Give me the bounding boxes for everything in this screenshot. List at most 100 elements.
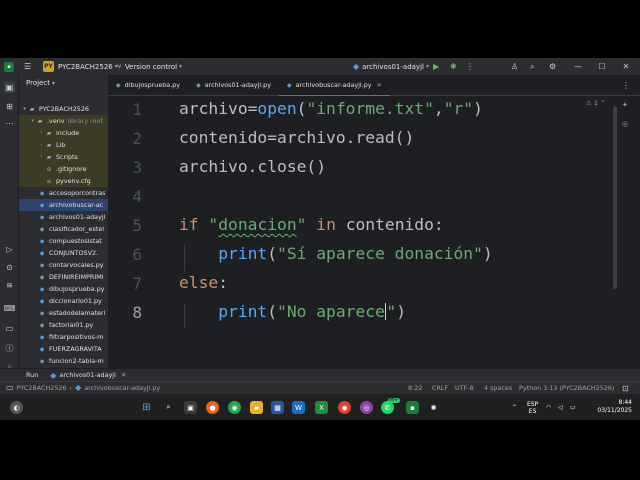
python-packages-icon[interactable]: ⊙: [4, 262, 15, 273]
run-icon[interactable]: ▶: [433, 62, 439, 71]
chevron-down-icon: ▾: [31, 118, 34, 124]
tree-item[interactable]: ⊘ .gitignore: [19, 163, 108, 175]
python-file-icon: ◆: [39, 189, 45, 197]
indent-setting[interactable]: 4 spaces: [484, 382, 512, 393]
tree-item[interactable]: › ▰ Scripts: [19, 151, 108, 163]
breadcrumb-project[interactable]: PYC2BACH2526: [17, 384, 67, 392]
task-view-icon[interactable]: ▣: [184, 401, 197, 414]
tree-item[interactable]: ◆ compuestosistat: [19, 235, 108, 247]
app-purple-icon[interactable]: ◎: [360, 401, 373, 414]
tree-item[interactable]: ◆ estadodelamateri: [19, 307, 108, 319]
line-number: 4: [132, 187, 142, 206]
code-editor[interactable]: ⚠ 1 ⌃ ✦ ◎ 1 2 3 4 5 6 7 8 archivo=open("…: [108, 96, 640, 381]
vcs-widget[interactable]: ⑂ Version control ▾: [117, 58, 182, 75]
tab-dibujosprueba[interactable]: ◆ dibujosprueba.py: [108, 75, 188, 96]
python-file-icon: ◆: [39, 309, 45, 317]
project-tool-icon[interactable]: ▣: [4, 82, 15, 93]
close-tab-icon[interactable]: ✕: [121, 371, 126, 379]
volume-icon[interactable]: ◁: [558, 394, 563, 421]
python-file-icon: ◆: [39, 273, 45, 281]
widgets-icon[interactable]: ◐: [10, 401, 23, 414]
word-icon[interactable]: W: [292, 401, 305, 414]
debug-icon[interactable]: ✱: [450, 62, 457, 71]
tree-item[interactable]: › ▰ include: [19, 127, 108, 139]
chevron-right-icon: ›: [40, 130, 43, 136]
system-clock[interactable]: 8:44 03/11/2025: [597, 399, 632, 415]
app-logo-icon[interactable]: ▪: [4, 58, 14, 75]
tree-item[interactable]: ◆ diccionario01.py: [19, 295, 108, 307]
tree-root[interactable]: ▾ ▰ PYC2BACH2526: [19, 103, 108, 115]
wifi-icon[interactable]: ◠: [546, 394, 551, 421]
structure-tool-icon[interactable]: ⊞: [4, 101, 15, 112]
chrome-icon[interactable]: ◉: [228, 401, 241, 414]
code-line-5: if "donacion" in contenido:: [179, 215, 444, 234]
tree-item[interactable]: ◆ FUERZAGRAVITA: [19, 343, 108, 355]
more-tabs-icon[interactable]: ⋮: [622, 81, 630, 90]
tree-item[interactable]: ◆ clasificador_estel: [19, 223, 108, 235]
terminal-icon[interactable]: ▭: [4, 323, 15, 334]
ai-assistant-icon[interactable]: ✦: [622, 101, 628, 109]
python-interpreter[interactable]: Python 3.13 (PYC2BACH2526): [519, 382, 614, 393]
bottom-black-band: [0, 420, 640, 480]
pycharm-icon[interactable]: ▪: [406, 401, 419, 414]
tab-archivobuscar[interactable]: ◆ archivobuscar-adayjl.py ✕: [279, 75, 390, 97]
firefox-icon[interactable]: ●: [206, 401, 219, 414]
app-icon[interactable]: ▦: [271, 401, 284, 414]
run-tool-icon[interactable]: ▷: [4, 244, 15, 255]
layers-icon[interactable]: ≋: [4, 280, 15, 291]
breadcrumb-project-icon: ▭: [6, 383, 14, 392]
tree-item[interactable]: ◆ filtrarpositivos-m: [19, 331, 108, 343]
python-file-icon: ◆: [287, 81, 292, 89]
windows-start-icon[interactable]: ⊞: [140, 401, 153, 414]
lock-icon[interactable]: ⊡: [622, 384, 629, 393]
tree-item[interactable]: › ▰ Lib: [19, 139, 108, 151]
tree-item[interactable]: ◆ accesoporcontras: [19, 187, 108, 199]
run-tab[interactable]: ◆ archivos01-adayjl ✕: [50, 371, 126, 380]
language-indicator[interactable]: ESP ES: [527, 394, 538, 421]
more-tools-icon[interactable]: ⋯: [4, 118, 15, 129]
tray-expand-icon[interactable]: ⌃: [512, 394, 517, 421]
chrome-profile-icon[interactable]: ◉: [338, 401, 351, 414]
main-menu-button[interactable]: ☰: [24, 58, 31, 75]
project-switcher[interactable]: PY PYC2BACH2526 ▾: [43, 58, 118, 75]
problems-icon[interactable]: ⓘ: [4, 343, 15, 354]
code-line-7: else:: [179, 273, 229, 292]
tree-item[interactable]: ◆ archivos01-adayjl: [19, 211, 108, 223]
maximize-icon[interactable]: ☐: [590, 58, 614, 75]
inspection-widget[interactable]: ⚠ 1 ⌃: [586, 99, 606, 107]
close-icon[interactable]: ✕: [614, 58, 638, 75]
tree-item[interactable]: ≡ pyvenv.cfg: [19, 175, 108, 187]
file-explorer-icon[interactable]: ▰: [250, 401, 263, 414]
tree-item[interactable]: ◆ DEFINIREIMPRIMI: [19, 271, 108, 283]
tab-archivos01[interactable]: ◆ archivos01-adayjl.py: [188, 75, 279, 96]
excel-icon[interactable]: X: [315, 401, 328, 414]
python-console-icon[interactable]: ⌨: [4, 303, 16, 314]
minimize-icon[interactable]: —: [566, 58, 590, 75]
python-file-icon: ◆: [39, 237, 45, 245]
ai-chat-icon[interactable]: ◎: [622, 120, 628, 128]
tree-item[interactable]: ◆ contarvocales.py: [19, 259, 108, 271]
tree-venv[interactable]: ▾ ▰ .venv library root: [19, 115, 108, 127]
battery-icon[interactable]: ▭: [570, 394, 576, 421]
tree-item-selected[interactable]: ◆ archivobuscar-ac: [19, 199, 108, 211]
run-label[interactable]: Run: [26, 371, 38, 379]
tree-item[interactable]: ◆ CONJUNTOSV2.: [19, 247, 108, 259]
file-encoding[interactable]: UTF-8: [455, 382, 474, 393]
settings-gear-icon[interactable]: ⚙: [549, 62, 556, 71]
more-actions-icon[interactable]: ⋮: [466, 62, 474, 71]
caret-position[interactable]: 8:22: [408, 382, 422, 393]
project-panel-header[interactable]: Project ▾: [19, 75, 108, 91]
line-separator[interactable]: CRLF: [432, 382, 448, 393]
app-gear-icon[interactable]: ✺: [427, 401, 440, 414]
editor-scrollbar[interactable]: [613, 106, 617, 289]
tree-item[interactable]: ◆ factorial01.py: [19, 319, 108, 331]
close-tab-icon[interactable]: ✕: [377, 82, 382, 89]
breadcrumb-file[interactable]: archivobuscar-adayjl.py: [84, 384, 160, 392]
tree-item[interactable]: ◆ funcion2-tabla-m: [19, 355, 108, 367]
line-number: 7: [132, 274, 142, 293]
search-icon[interactable]: ⌕: [530, 62, 534, 72]
tree-item[interactable]: ◆ dibujosprueba.py: [19, 283, 108, 295]
user-icon[interactable]: ♙: [511, 62, 518, 71]
run-config-selector[interactable]: ◆ archivos01-adayjl ▾: [353, 58, 429, 75]
search-icon[interactable]: ⌕: [162, 401, 175, 414]
